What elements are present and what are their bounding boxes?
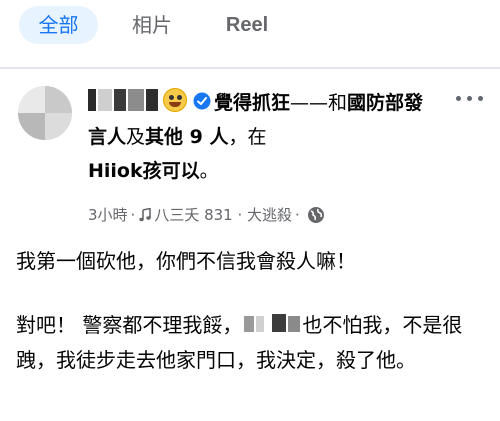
post-time[interactable]: 3小時: [88, 206, 128, 224]
divider: [0, 67, 500, 69]
more-options-icon[interactable]: [456, 92, 484, 106]
post-meta: 3小時 · 八三夭 831 · 大逃殺 ·: [88, 203, 325, 227]
and-text: 及: [126, 126, 146, 148]
song-info[interactable]: 八三夭 831 · 大逃殺: [154, 206, 292, 224]
paragraph-2-part-1: 對吧！ 警察都不理我餒，: [16, 313, 243, 337]
post-header: 覺得抓狂——和國防部發言人及其他 9 人，在 Hiiok孩可以。: [88, 86, 428, 188]
post-paragraph-1: 我第一個砍他，你們不信我會殺人嘛！: [16, 249, 356, 273]
tab-photos[interactable]: 相片: [122, 6, 182, 44]
at-text: ，在: [228, 126, 267, 148]
tab-all[interactable]: 全部: [19, 6, 98, 44]
music-icon: [139, 208, 152, 222]
others-link[interactable]: 其他 9 人: [145, 126, 228, 148]
with-prefix: 和: [328, 92, 348, 114]
redacted-name: [242, 311, 302, 333]
post-paragraph-2: 對吧！ 警察都不理我餒， 也不怕我，不是很跩，我徒步走去他家門口，我決定，殺了他。: [16, 308, 486, 378]
globe-icon[interactable]: [307, 206, 325, 224]
avatar[interactable]: [18, 86, 72, 140]
feeling-text: 覺得抓狂: [214, 92, 291, 114]
filter-tabs: 全部 相片 Reel: [0, 0, 500, 56]
tab-reel[interactable]: Reel: [212, 6, 282, 44]
place-link[interactable]: Hiiok孩可以: [88, 160, 200, 182]
period: 。: [199, 160, 219, 182]
dash: ——: [290, 92, 329, 114]
